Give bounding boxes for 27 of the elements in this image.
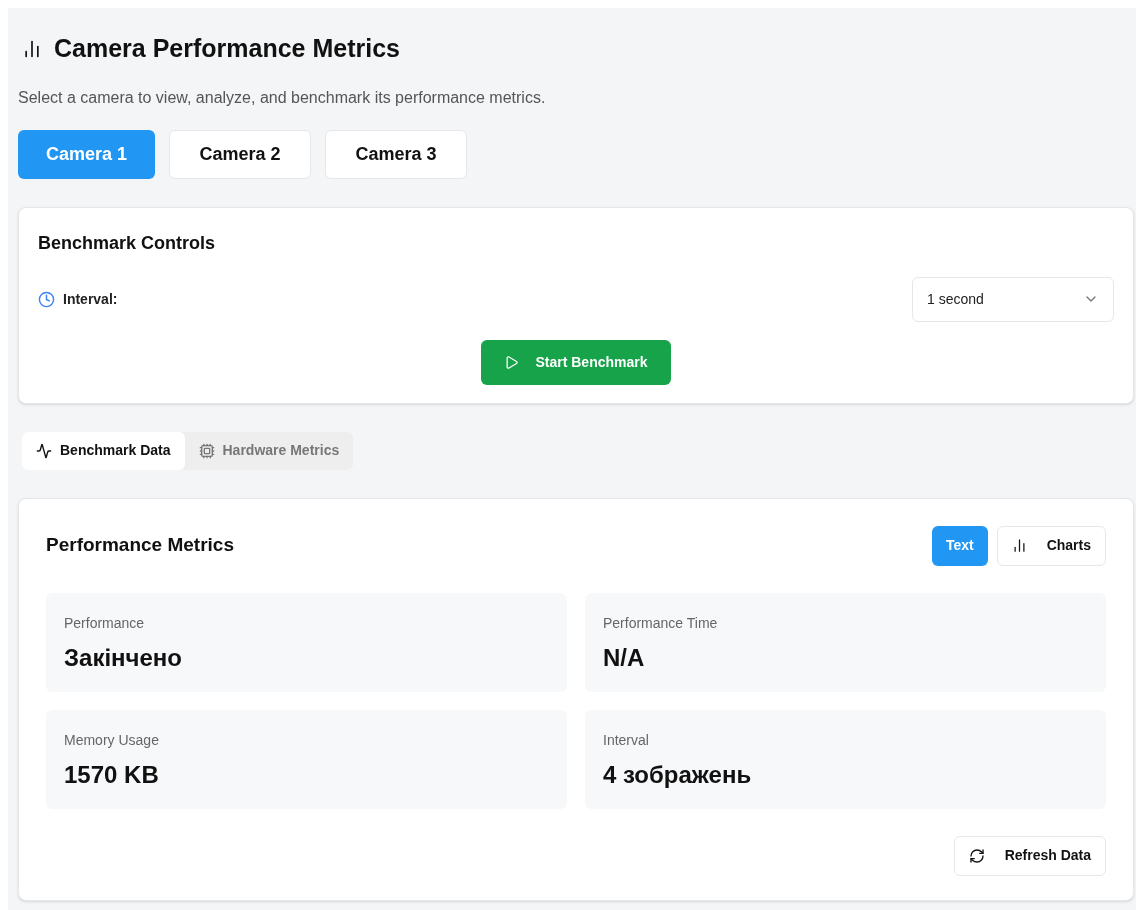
- play-icon: [504, 354, 520, 370]
- pulse-icon: [36, 442, 52, 459]
- view-tab[interactable]: Hardware Metrics: [184, 431, 354, 470]
- refresh-icon: [968, 847, 985, 864]
- metric-value: 4 зображень: [603, 759, 753, 790]
- camera-tab[interactable]: Camera 3: [325, 129, 467, 179]
- card-title: Performance Metrics: [46, 533, 234, 558]
- refresh-data-button[interactable]: Refresh Data: [953, 835, 1106, 876]
- camera-tab[interactable]: Camera 2: [169, 129, 311, 179]
- card-title: Benchmark Controls: [38, 231, 217, 255]
- view-toggle-button[interactable]: Charts: [996, 525, 1106, 566]
- metric-value: Закінчено: [64, 642, 183, 673]
- page-title: Camera Performance Metrics: [54, 33, 400, 64]
- metric-label: Performance: [64, 613, 146, 633]
- clock-icon: [38, 290, 55, 308]
- metric-value: N/A: [603, 642, 646, 673]
- metric-label: Interval: [603, 730, 650, 750]
- page-subtitle: Select a camera to view, analyze, and benchmark its performance metrics.: [18, 87, 547, 108]
- view-tab[interactable]: Benchmark Data: [22, 431, 185, 470]
- bar-chart-icon: [22, 38, 42, 59]
- chip-icon: [198, 442, 215, 459]
- metric-label: Memory Usage: [64, 730, 160, 750]
- metric-value: 1570 KB: [64, 759, 160, 790]
- metric-label: Performance Time: [603, 613, 719, 633]
- bar-chart-icon: [1011, 538, 1027, 553]
- interval-label: Interval:: [63, 289, 118, 309]
- interval-select[interactable]: 1 second: [912, 276, 1114, 322]
